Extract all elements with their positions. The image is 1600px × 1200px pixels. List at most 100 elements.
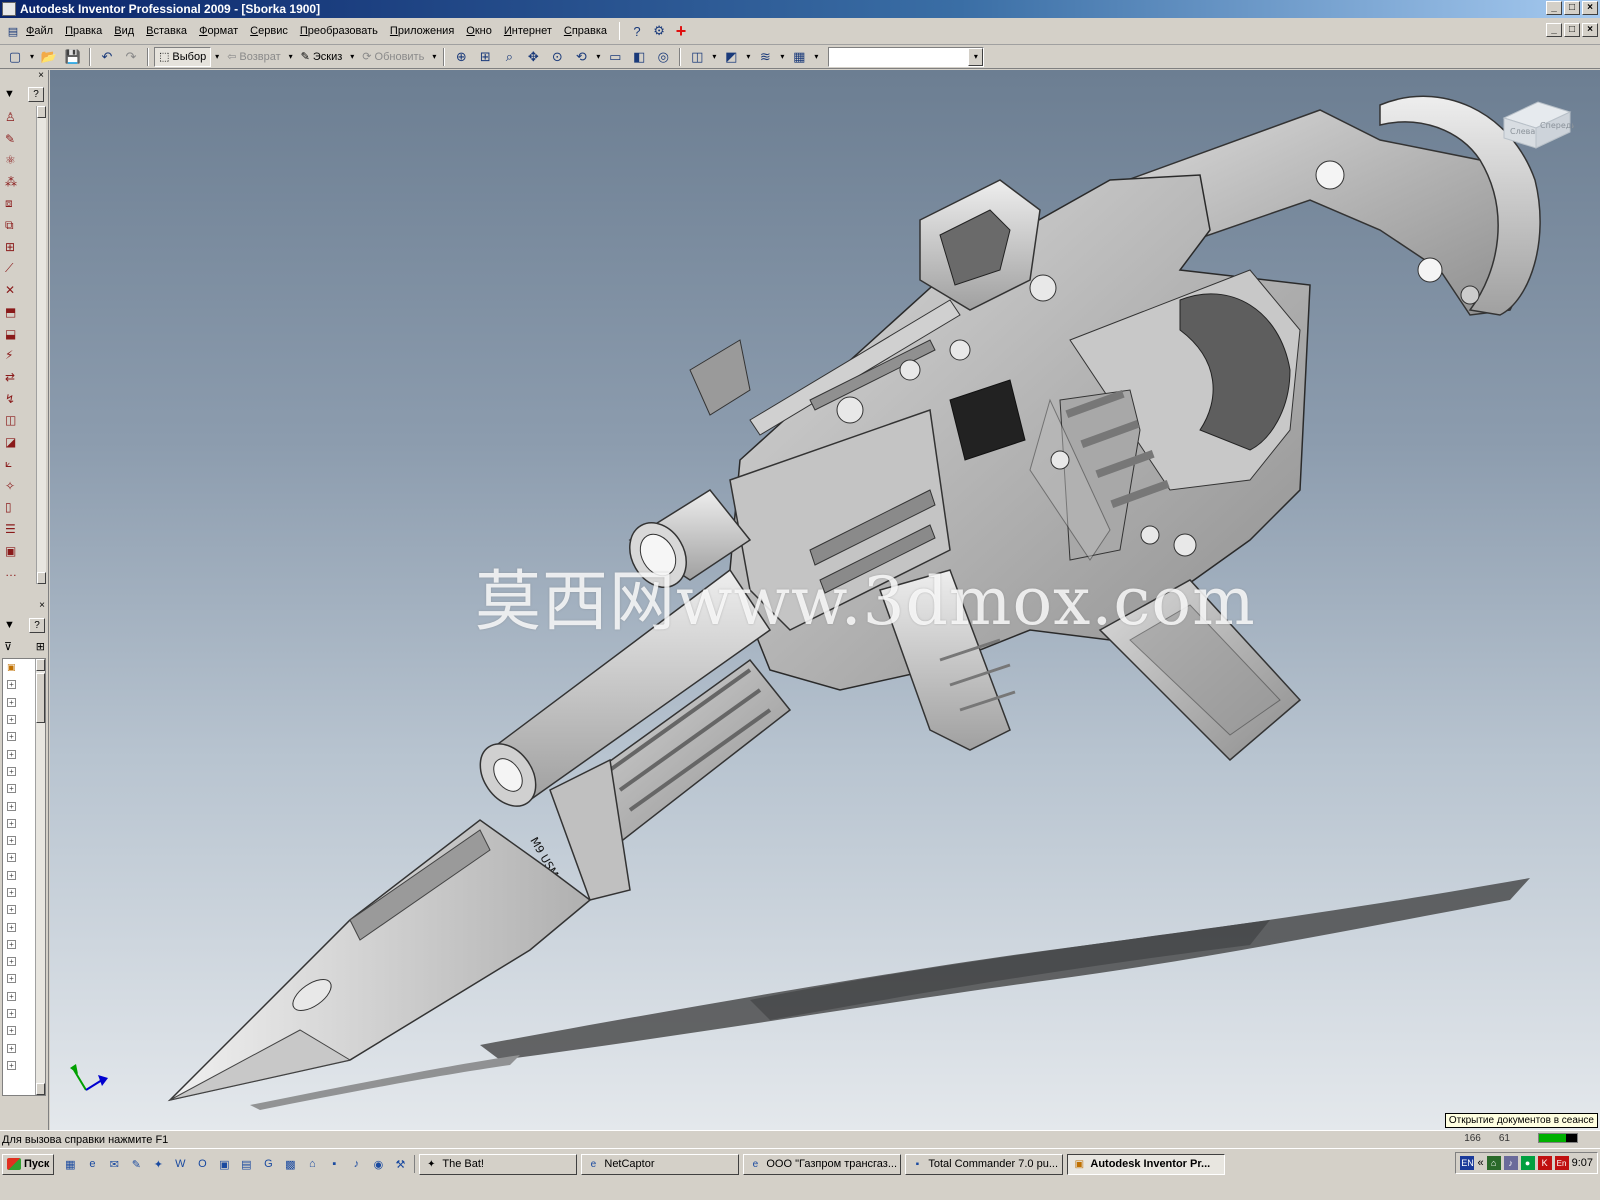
expand-icon[interactable]: + [7,715,16,725]
expand-icon[interactable]: + [7,1026,16,1036]
task-the-bat[interactable]: ✦ The Bat! [419,1153,578,1175]
menu-applications[interactable]: Приложения [384,25,460,37]
expand-icon[interactable]: + [7,1060,16,1070]
notes-icon[interactable]: ▤ [236,1155,256,1173]
expand-icon[interactable]: + [7,888,16,897]
expand-icon[interactable]: + [7,957,16,967]
outlook-express-icon[interactable]: O [192,1155,212,1173]
return-button[interactable]: ⇦ Возврат [223,47,284,67]
document-icon[interactable]: ▤ [6,24,20,38]
scroll-up-icon[interactable] [37,106,46,118]
update-button[interactable]: ⟳ Обновить [358,47,428,67]
viewcube-left-face[interactable]: Слева [1510,127,1535,136]
expand-icon[interactable]: + [7,732,16,742]
expand-icon[interactable]: + [7,697,16,707]
image-icon[interactable]: ▣ [214,1155,234,1173]
expand-icon[interactable]: + [7,991,16,1001]
new-file-icon[interactable]: ▢ [4,47,26,67]
expand-icon[interactable]: + [7,749,16,759]
expand-icon[interactable]: + [7,939,16,949]
calc-icon[interactable]: ▩ [280,1155,300,1173]
panel-help-icon[interactable]: ? [28,86,44,102]
title-bar[interactable]: Autodesk Inventor Professional 2009 - [S… [0,0,1600,18]
color-style-dropdown-icon[interactable]: ▾ [812,52,820,61]
section-dropdown-icon[interactable]: ▾ [744,52,752,61]
viewcube-front-face[interactable]: Спереди [1540,121,1574,130]
task-autodesk-inventor[interactable]: ▣ Autodesk Inventor Pr... [1067,1153,1226,1175]
open-file-icon[interactable]: 📂 [38,47,60,67]
shadow-icon[interactable]: ≋ [754,47,776,67]
browser-scroll-up-icon[interactable] [36,659,45,671]
task-netcaptor[interactable]: e NetCaptor [581,1153,740,1175]
network-icon[interactable]: ⌂ [302,1155,322,1173]
bat-quick-icon[interactable]: ✦ [148,1155,168,1173]
menu-edit[interactable]: Правка [59,25,108,37]
mdi-close-button[interactable]: × [1582,23,1598,37]
sketch-button[interactable]: ✎ Эскиз [297,47,347,67]
expand-icon[interactable]: + [7,680,16,690]
sketch-dropdown-icon[interactable]: ▾ [348,52,356,61]
pan-icon[interactable]: ✥ [522,47,544,67]
filter-icon[interactable]: ⊽ [4,640,12,653]
volume-tray-icon[interactable]: ♪ [1503,1156,1518,1170]
menu-file[interactable]: Файл [20,25,59,37]
expand-icon[interactable]: + [7,853,16,863]
start-button[interactable]: Пуск [2,1153,55,1175]
bayonet-blade[interactable] [167,819,592,1102]
select-button[interactable]: ⬚ Выбор [154,46,212,67]
outlook-icon[interactable]: ✉ [104,1155,124,1173]
close-button[interactable]: × [1582,1,1598,15]
panel-scrollbar[interactable] [36,106,46,584]
browser-help-icon[interactable]: ? [29,617,45,633]
tips-icon[interactable]: ⚙ [648,21,670,41]
display-mode-dropdown-icon[interactable]: ▾ [710,52,718,61]
expand-icon[interactable]: + [7,836,16,846]
display-mode-icon[interactable]: ◫ [686,47,708,67]
word-icon[interactable]: W [170,1155,190,1173]
redo-icon[interactable]: ↷ [120,47,142,67]
menu-tools[interactable]: Сервис [244,25,294,37]
browser-scroll-down-icon[interactable] [36,1083,45,1095]
menu-view[interactable]: Вид [108,25,140,37]
menu-internet[interactable]: Интернет [498,25,558,37]
menu-window[interactable]: Окно [460,25,498,37]
save-icon[interactable]: 💾 [62,47,84,67]
menu-convert[interactable]: Преобразовать [294,25,384,37]
combo-arrow-icon[interactable]: ▾ [968,47,984,66]
menu-help[interactable]: Справка [558,25,613,37]
minimize-button[interactable]: _ [1546,1,1562,15]
task-ie-gazprom[interactable]: e ООО "Газпром трансгаз... [743,1153,902,1175]
app-icon[interactable] [2,2,16,16]
expand-icon[interactable]: + [7,974,16,984]
expand-icon[interactable]: + [7,784,16,794]
shadow-dropdown-icon[interactable]: ▾ [778,52,786,61]
update-dropdown-icon[interactable]: ▾ [430,52,438,61]
expand-tree-icon[interactable]: ⊞ [36,640,45,653]
expand-icon[interactable]: + [7,818,16,828]
scroll-down-icon[interactable] [37,572,46,584]
camera-icon[interactable]: ◉ [368,1155,388,1173]
maximize-button[interactable]: □ [1564,1,1580,15]
browser-menu-icon[interactable]: ▼ [4,619,15,631]
add-red-cross-icon[interactable]: + [670,21,692,41]
language-indicator[interactable]: EN [1460,1156,1475,1170]
expand-icon[interactable]: + [7,870,16,880]
tray-expand-icon[interactable]: « [1477,1157,1483,1169]
desktop-icon[interactable]: ▦ [60,1155,80,1173]
zoom-window-icon[interactable]: ⊞ [474,47,496,67]
graphics-viewport[interactable]: M9 USMC 莫西网www.3dmox.com Слева Спереди [50,70,1600,1130]
expand-icon[interactable]: + [7,905,16,915]
orbit-icon[interactable]: ⟲ [570,47,592,67]
look-at-icon[interactable]: ▭ [604,47,626,67]
pencil-icon[interactable]: ✎ [126,1155,146,1173]
color-style-combo[interactable]: ▾ [828,46,985,67]
undo-icon[interactable]: ↶ [96,47,118,67]
return-dropdown-icon[interactable]: ▾ [287,52,295,61]
mdi-minimize-button[interactable]: _ [1546,23,1562,37]
keyboard-layout-icon[interactable]: En [1554,1156,1569,1170]
viewcube[interactable]: Слева Спереди [1500,98,1574,150]
select-dropdown-icon[interactable]: ▾ [213,52,221,61]
expand-icon[interactable]: + [7,766,16,776]
browser-scrollbar[interactable] [35,659,45,1095]
clock[interactable]: 9:07 [1572,1157,1593,1169]
